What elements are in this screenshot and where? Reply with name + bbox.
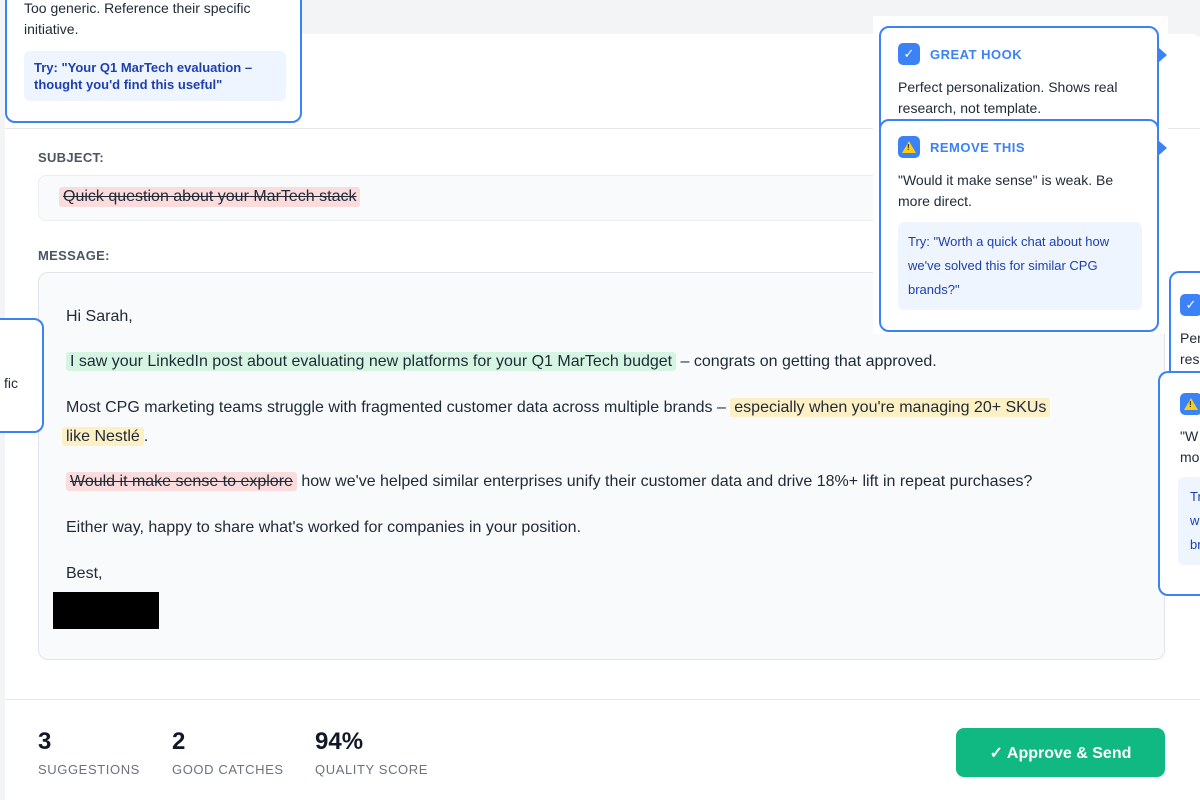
redacted-signature — [53, 592, 159, 629]
stat-suggestions-value: 3 — [38, 728, 52, 755]
callout-remove-this: ! REMOVE THIS "Would it make sense" is w… — [879, 119, 1159, 332]
paragraph-2-end: . — [143, 428, 149, 445]
stat-good-catches-label: GOOD CATCHES — [172, 762, 284, 777]
callout-right-partial-2: ! "W mo Tr w br — [1158, 371, 1200, 596]
paragraph-2-start: Most CPG marketing teams struggle with f… — [66, 399, 731, 416]
warn-highlight-a[interactable]: especially when you're managing 20+ SKUs — [730, 398, 1051, 417]
stat-good-catches: 2 GOOD CATCHES — [172, 728, 284, 777]
warning-icon: ! — [1180, 393, 1200, 415]
message-signoff: Best, — [66, 565, 103, 582]
warning-icon: ! — [898, 136, 920, 158]
stat-suggestions-label: SUGGESTIONS — [38, 762, 140, 777]
message-paragraph-3: Would it make sense to explore how we've… — [66, 467, 1032, 496]
callout-generic-body: Too generic. Reference their specific in… — [24, 0, 251, 37]
callout-remove-body: "Would it make sense" is weak. Be more d… — [898, 172, 1114, 209]
callout-right-partial-1-body: Per res — [1180, 330, 1200, 367]
callout-remove-title: REMOVE THIS — [930, 139, 1026, 155]
paragraph-3-rest: how we've helped similar enterprises uni… — [296, 473, 1033, 490]
message-greeting: Hi Sarah, — [66, 308, 133, 325]
callout-left-partial: fic — [0, 318, 44, 433]
message-paragraph-2: Most CPG marketing teams struggle with f… — [62, 393, 1126, 451]
footer-divider — [5, 699, 1200, 700]
message-paragraph-1: I saw your LinkedIn post about evaluatin… — [66, 347, 937, 376]
remove-highlight[interactable]: Would it make sense to explore — [66, 472, 297, 491]
pointer-arrow-icon — [1159, 48, 1167, 62]
callout-left-partial-text: fic — [4, 375, 18, 391]
stat-quality-score: 94% QUALITY SCORE — [315, 728, 428, 777]
stat-quality-score-label: QUALITY SCORE — [315, 762, 429, 777]
good-highlight[interactable]: I saw your LinkedIn post about evaluatin… — [66, 352, 677, 371]
message-label: MESSAGE: — [38, 248, 110, 263]
callout-right-partial-2-try: Tr w br — [1178, 477, 1200, 565]
check-icon: ✓ — [1180, 294, 1200, 316]
callout-great-hook-head: ✓ GREAT HOOK — [898, 43, 1022, 65]
callout-generic-subject: Too generic. Reference their specific in… — [5, 0, 302, 123]
callout-great-hook-body: Perfect personalization. Shows real rese… — [898, 79, 1118, 116]
subject-field[interactable]: Quick question about your MarTech stack — [38, 175, 898, 221]
subject-label: SUBJECT: — [38, 150, 104, 165]
subject-value: Quick question about your MarTech stack — [59, 187, 361, 207]
stat-suggestions: 3 SUGGESTIONS — [38, 728, 140, 777]
stat-quality-score-value: 94% — [315, 728, 364, 755]
callout-remove-head: ! REMOVE THIS — [898, 136, 1025, 158]
stat-good-catches-value: 2 — [172, 728, 186, 755]
message-paragraph-4: Either way, happy to share what's worked… — [66, 519, 582, 536]
callout-right-partial-2-body: "W mo — [1180, 428, 1200, 465]
paragraph-1-rest: – congrats on getting that approved. — [676, 353, 937, 370]
pointer-arrow-icon — [1159, 141, 1167, 155]
callout-great-hook-title: GREAT HOOK — [930, 46, 1023, 62]
callout-generic-try: Try: "Your Q1 MarTech evaluation – thoug… — [24, 51, 286, 101]
callout-remove-try: Try: "Worth a quick chat about how we've… — [898, 222, 1142, 310]
approve-send-button[interactable]: ✓ Approve & Send — [956, 728, 1165, 777]
warn-highlight-b[interactable]: like Nestlé — [62, 427, 144, 446]
check-icon: ✓ — [898, 43, 920, 65]
